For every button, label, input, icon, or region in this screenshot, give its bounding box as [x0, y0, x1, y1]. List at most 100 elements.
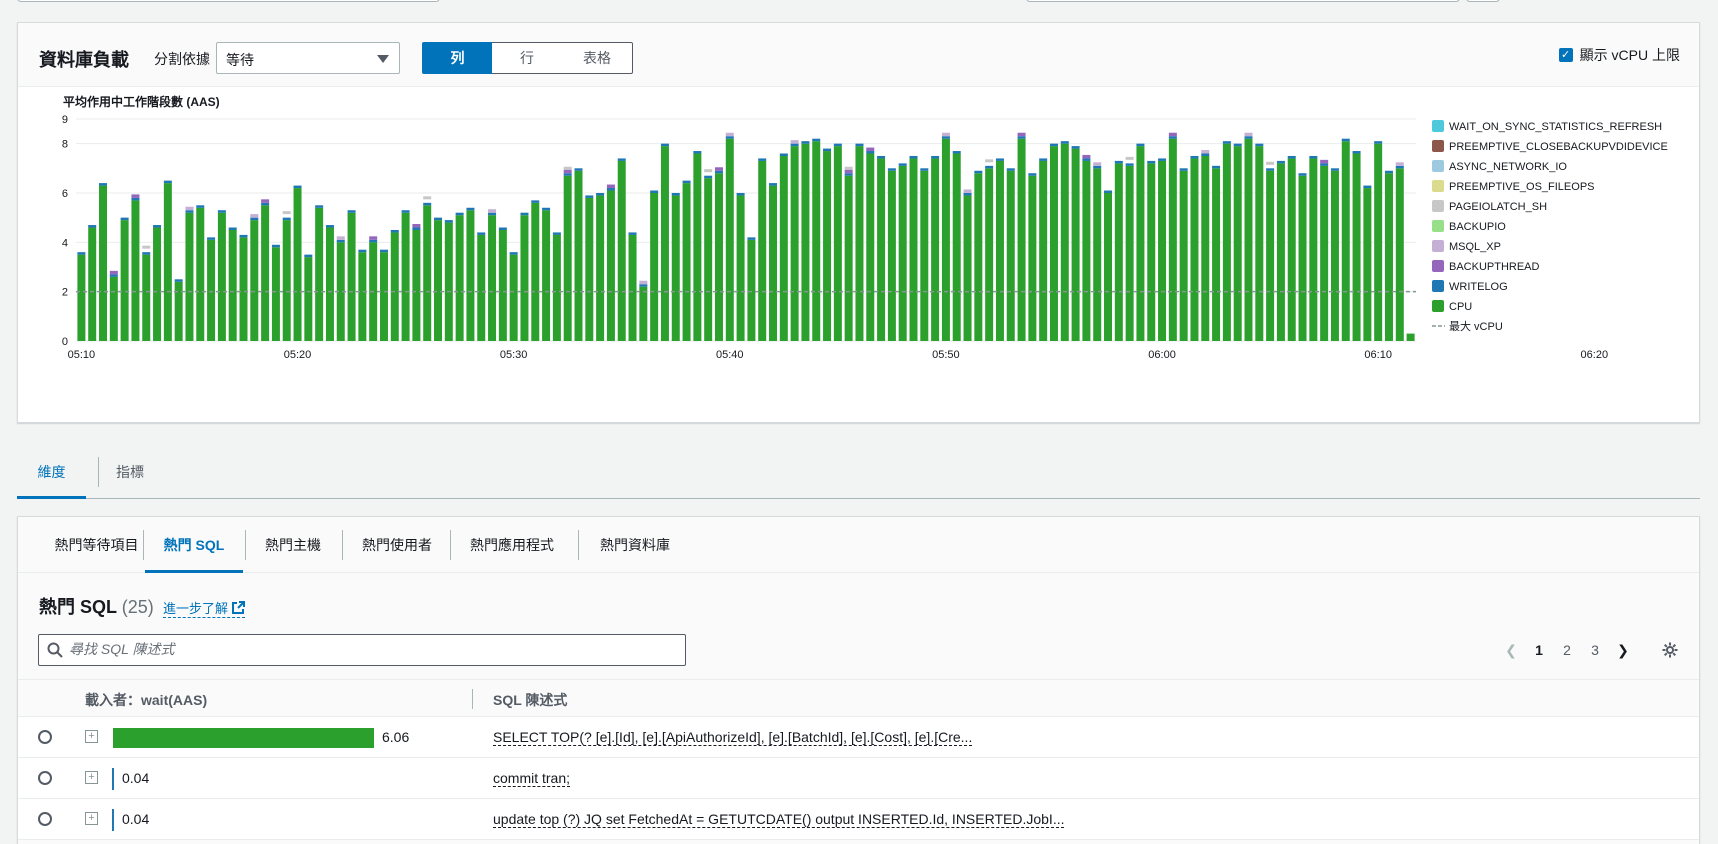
sql-statement-link[interactable]: commit tran; — [493, 770, 571, 787]
tab-top-sql[interactable]: 熱門 SQL — [145, 517, 243, 573]
gear-icon[interactable] — [1661, 641, 1679, 659]
bar-cpu — [239, 237, 248, 341]
bar-cpu — [855, 146, 864, 341]
bar-writelog — [844, 173, 853, 176]
top-sql-body: 熱門 SQL (25) 進一步了解 ❮ 1 2 3 ❯ — [18, 573, 1699, 844]
row-radio[interactable] — [38, 771, 52, 785]
bar-backupthread — [1320, 159, 1329, 164]
bar-writelog — [434, 217, 443, 221]
x-tick-label: 06:00 — [1148, 349, 1176, 361]
sql-search-field[interactable] — [38, 634, 686, 666]
bar-cpu — [1114, 163, 1123, 341]
bar-writelog — [1266, 168, 1275, 171]
tab-dimensions[interactable]: 維度 — [17, 445, 86, 499]
bar-cpu — [196, 207, 205, 341]
col-load-header[interactable]: 載入者：wait(AAS) — [85, 690, 207, 710]
table-row[interactable]: + 6.06 SELECT TOP(? [e].[Id], [e].[ApiAu… — [18, 717, 1699, 758]
tab-top-applications[interactable]: 熱門應用程式 — [453, 517, 571, 573]
tab-top-users[interactable]: 熱門使用者 — [348, 517, 446, 573]
bar-cpu — [1179, 170, 1188, 341]
page-3[interactable]: 3 — [1581, 636, 1609, 664]
page-2[interactable]: 2 — [1553, 636, 1581, 664]
bar-cpu — [412, 230, 421, 341]
bar-writelog — [142, 252, 151, 255]
bar-writelog — [325, 225, 334, 228]
view-table-button[interactable]: 表格 — [562, 42, 633, 74]
row-radio[interactable] — [38, 812, 52, 826]
view-bar-button[interactable]: 列 — [422, 42, 493, 74]
bar-cpu — [585, 197, 594, 341]
split-by-select[interactable]: 等待 — [216, 42, 400, 74]
next-page-icon[interactable]: ❯ — [1609, 636, 1637, 664]
bar-writelog — [1104, 190, 1113, 193]
bar-writelog — [250, 217, 259, 221]
bar-cpu — [1104, 193, 1113, 341]
bar-backupthread — [1017, 132, 1026, 137]
row-radio[interactable] — [38, 730, 52, 744]
tab-top-databases[interactable]: 熱門資料庫 — [586, 517, 684, 573]
bar-backupthread — [131, 194, 140, 198]
bar-backupthread — [185, 206, 194, 211]
bar-cpu — [1384, 173, 1393, 341]
top-sql-panel: 熱門等待項目 熱門 SQL 熱門主機 熱門使用者 熱門應用程式 熱門資料庫 熱門… — [17, 516, 1700, 844]
bar-cpu — [974, 173, 983, 341]
bar-cpu — [1374, 143, 1383, 341]
x-tick-label: 05:30 — [500, 349, 528, 361]
bar-writelog — [109, 274, 118, 277]
show-vcpu-checkbox[interactable]: ✓ 顯示 vCPU 上限 — [1558, 45, 1680, 65]
view-line-button[interactable]: 行 — [492, 42, 563, 74]
legend-label: WAIT_ON_SYNC_STATISTICS_REFRESH — [1449, 121, 1662, 133]
expand-icon[interactable]: + — [85, 771, 98, 784]
bar-writelog — [952, 151, 961, 154]
legend-swatch — [1432, 200, 1444, 212]
prev-page-icon[interactable]: ❮ — [1497, 636, 1525, 664]
x-tick-label: 05:20 — [284, 349, 312, 361]
bar-writelog — [1212, 165, 1221, 169]
bar-cpu — [261, 205, 270, 341]
expand-icon[interactable]: + — [85, 730, 98, 743]
bar-writelog — [423, 202, 432, 206]
bar-writelog — [887, 168, 896, 171]
bar-writelog — [1060, 141, 1069, 144]
bar-cpu — [1222, 143, 1231, 341]
sql-search-input[interactable] — [69, 641, 669, 657]
legend-label: 最大 vCPU — [1449, 319, 1503, 333]
bar-cpu — [1168, 138, 1177, 341]
bar-cpu — [682, 183, 691, 341]
table-row[interactable]: + 0.04 update top (?) JQ set FetchedAt =… — [18, 799, 1699, 840]
pagination: ❮ 1 2 3 ❯ — [1497, 636, 1679, 664]
external-link-icon — [232, 600, 246, 614]
bar-writelog — [660, 143, 669, 147]
load-bar — [113, 728, 374, 748]
bar-backupthread — [714, 167, 723, 171]
tab-top-waits[interactable]: 熱門等待項目 — [38, 517, 155, 573]
bar-writelog — [747, 237, 756, 240]
sql-statement-link[interactable]: SELECT TOP(? [e].[Id], [e].[ApiAuthorize… — [493, 729, 973, 746]
bar-cpu — [217, 212, 226, 341]
col-sql-header[interactable]: SQL 陳述式 — [493, 690, 567, 710]
page-1[interactable]: 1 — [1525, 636, 1553, 664]
bar-writelog — [1168, 136, 1177, 139]
bar-writelog — [271, 244, 280, 248]
bar-cpu — [833, 146, 842, 341]
bar-cpu — [866, 153, 875, 341]
tab-metrics[interactable]: 指標 — [110, 445, 150, 499]
bar-cpu — [660, 146, 669, 341]
table-row[interactable]: + 0.04 commit tran; — [18, 758, 1699, 799]
bar-cpu — [1028, 175, 1037, 341]
tab-top-hosts[interactable]: 熱門主機 — [253, 517, 333, 573]
bar-writelog — [650, 190, 659, 193]
sql-statement-link[interactable]: update top (?) JQ set FetchedAt = GETUTC… — [493, 811, 1065, 828]
expand-icon[interactable]: + — [85, 812, 98, 825]
legend-swatch — [1432, 300, 1444, 312]
load-value: 6.06 — [382, 729, 410, 745]
db-load-panel: 資料庫負載 分割依據 等待 列 行 表格 ✓ 顯示 vCPU 上限 平均作用中工… — [17, 22, 1700, 423]
bar-writelog — [498, 227, 507, 230]
bar-cpu — [563, 175, 572, 341]
bar-writelog — [282, 217, 291, 221]
learn-more-link[interactable]: 進一步了解 — [163, 598, 246, 618]
bar-writelog — [866, 151, 875, 154]
legend-swatch — [1432, 220, 1444, 232]
db-load-chart: 平均作用中工作階段數 (AAS) 0 2 4 6 8 9 05:10 05:20 05:30 05:… — [62, 94, 1668, 361]
db-load-title: 資料庫負載 — [39, 50, 129, 70]
